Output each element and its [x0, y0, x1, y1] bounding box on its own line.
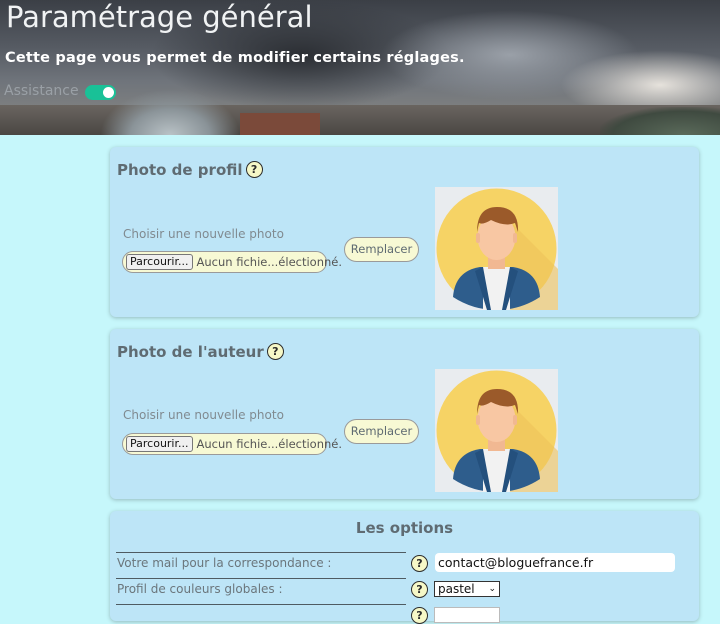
file-status: Aucun fichie...électionné.	[196, 437, 343, 451]
author-photo-card: Photo de l'auteur? Choisir une nouvelle …	[110, 329, 699, 499]
help-icon[interactable]: ?	[411, 555, 428, 572]
help-icon[interactable]: ?	[411, 607, 428, 624]
replace-author-photo-button[interactable]: Remplacer	[344, 419, 419, 444]
author-avatar	[435, 369, 558, 492]
author-photo-file-input[interactable]: Parcourir... Aucun fichie...électionné.	[122, 433, 342, 455]
author-photo-title-text: Photo de l'auteur	[117, 343, 264, 361]
options-title: Les options	[355, 519, 454, 537]
page-title: Paramétrage général	[6, 0, 313, 34]
assistance-toggle[interactable]	[85, 85, 116, 100]
replace-profile-photo-button[interactable]: Remplacer	[344, 237, 419, 262]
choose-photo-label: Choisir une nouvelle photo	[123, 227, 284, 241]
file-status: Aucun fichie...électionné.	[196, 255, 343, 269]
author-photo-title: Photo de l'auteur?	[117, 343, 284, 361]
toggle-knob	[103, 87, 114, 98]
profile-avatar	[435, 187, 558, 310]
chevron-down-icon: ⌄	[488, 584, 496, 594]
next-option-select[interactable]	[434, 607, 500, 623]
color-profile-select[interactable]: pastel ⌄	[434, 581, 500, 597]
option-row-next	[116, 604, 406, 605]
color-profile-value: pastel	[438, 582, 475, 596]
page-subtitle: Cette page vous permet de modifier certa…	[5, 50, 465, 66]
avatar-illustration	[436, 370, 558, 492]
banner-hill	[600, 107, 720, 135]
profile-photo-file-input[interactable]: Parcourir... Aucun fichie...électionné.	[122, 251, 342, 273]
banner-tree	[100, 89, 240, 135]
mail-label: Votre mail pour la correspondance :	[117, 556, 332, 570]
profile-photo-title: Photo de profil?	[117, 161, 263, 179]
help-icon[interactable]: ?	[245, 161, 263, 178]
assistance-label: Assistance	[4, 83, 79, 99]
choose-photo-label: Choisir une nouvelle photo	[123, 408, 284, 422]
browse-button[interactable]: Parcourir...	[126, 254, 193, 270]
profile-photo-card: Photo de profil? Choisir une nouvelle ph…	[110, 147, 699, 317]
mail-input[interactable]: contact@bloguefrance.fr	[435, 553, 675, 572]
avatar-illustration	[436, 188, 558, 310]
color-profile-label: Profil de couleurs globales :	[117, 582, 283, 596]
banner-house	[240, 113, 320, 135]
browse-button[interactable]: Parcourir...	[126, 436, 193, 452]
option-row-mail	[116, 552, 406, 553]
option-row-colors	[116, 578, 406, 579]
options-card: Les options Votre mail pour la correspon…	[110, 511, 699, 624]
profile-photo-title-text: Photo de profil	[117, 161, 243, 179]
help-icon[interactable]: ?	[266, 343, 284, 360]
help-icon[interactable]: ?	[411, 581, 428, 598]
